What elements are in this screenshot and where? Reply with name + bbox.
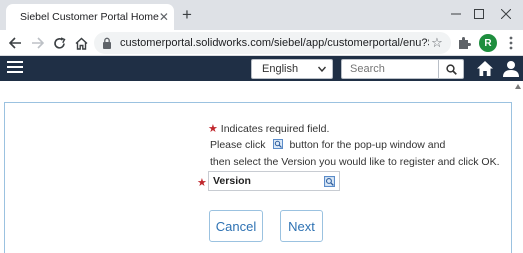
required-note: ★ Indicates required field.: [208, 122, 329, 135]
tab-title: Siebel Customer Portal Home: [20, 11, 159, 23]
instruction-line-2: then select the Version you would like t…: [210, 156, 500, 168]
new-tab-icon[interactable]: +: [178, 6, 196, 25]
cancel-button[interactable]: Cancel: [209, 210, 263, 242]
instruction-1a: Please click: [210, 139, 266, 151]
next-button[interactable]: Next: [280, 210, 323, 242]
scroll-up-icon[interactable]: [515, 84, 521, 89]
bookmark-star-icon[interactable]: ☆: [429, 35, 445, 51]
browser-toolbar: customerportal.solidworks.com/siebel/app…: [0, 30, 523, 56]
user-icon[interactable]: [503, 60, 519, 77]
search-button[interactable]: [438, 59, 464, 79]
minimize-icon[interactable]: [445, 4, 467, 24]
close-icon[interactable]: ✕: [159, 9, 169, 25]
browser-tab[interactable]: Siebel Customer Portal Home ✕: [6, 4, 174, 30]
more-options-icon[interactable]: [503, 35, 519, 51]
lock-icon: [103, 37, 111, 49]
pick-applet-button-icon[interactable]: [324, 176, 335, 187]
portal-header: English: [0, 56, 523, 81]
back-arrow-icon[interactable]: [6, 34, 24, 52]
profile-avatar[interactable]: R: [479, 34, 497, 52]
required-star-icon: ★: [208, 123, 218, 135]
version-field[interactable]: Version: [208, 171, 340, 191]
close-window-icon[interactable]: [495, 4, 517, 24]
required-note-text: Indicates required field.: [220, 123, 330, 135]
url-text: customerportal.solidworks.com/siebel/app…: [120, 37, 429, 49]
chevron-down-icon: [318, 66, 326, 72]
browser-tab-strip: Siebel Customer Portal Home ✕ +: [0, 0, 523, 30]
version-required-star-icon: ★: [197, 177, 207, 189]
instruction-line-1: Please click button for the pop-up window…: [210, 139, 445, 151]
forward-arrow-icon[interactable]: [28, 34, 46, 52]
language-value: English: [262, 63, 299, 75]
extensions-puzzle-icon[interactable]: [456, 35, 472, 51]
address-bar[interactable]: customerportal.solidworks.com/siebel/app…: [94, 32, 451, 54]
hamburger-menu-icon[interactable]: [7, 61, 23, 75]
maximize-icon[interactable]: [468, 4, 490, 24]
language-select[interactable]: English: [251, 59, 333, 79]
search-input[interactable]: [341, 59, 439, 79]
instruction-1b: button for the pop-up window and: [289, 139, 446, 151]
reload-icon[interactable]: [50, 34, 68, 52]
version-label: Version: [213, 175, 251, 187]
pick-applet-icon: [273, 139, 284, 149]
search-icon: [445, 63, 457, 75]
home-icon[interactable]: [476, 60, 494, 77]
home-browser-icon[interactable]: [72, 34, 90, 52]
